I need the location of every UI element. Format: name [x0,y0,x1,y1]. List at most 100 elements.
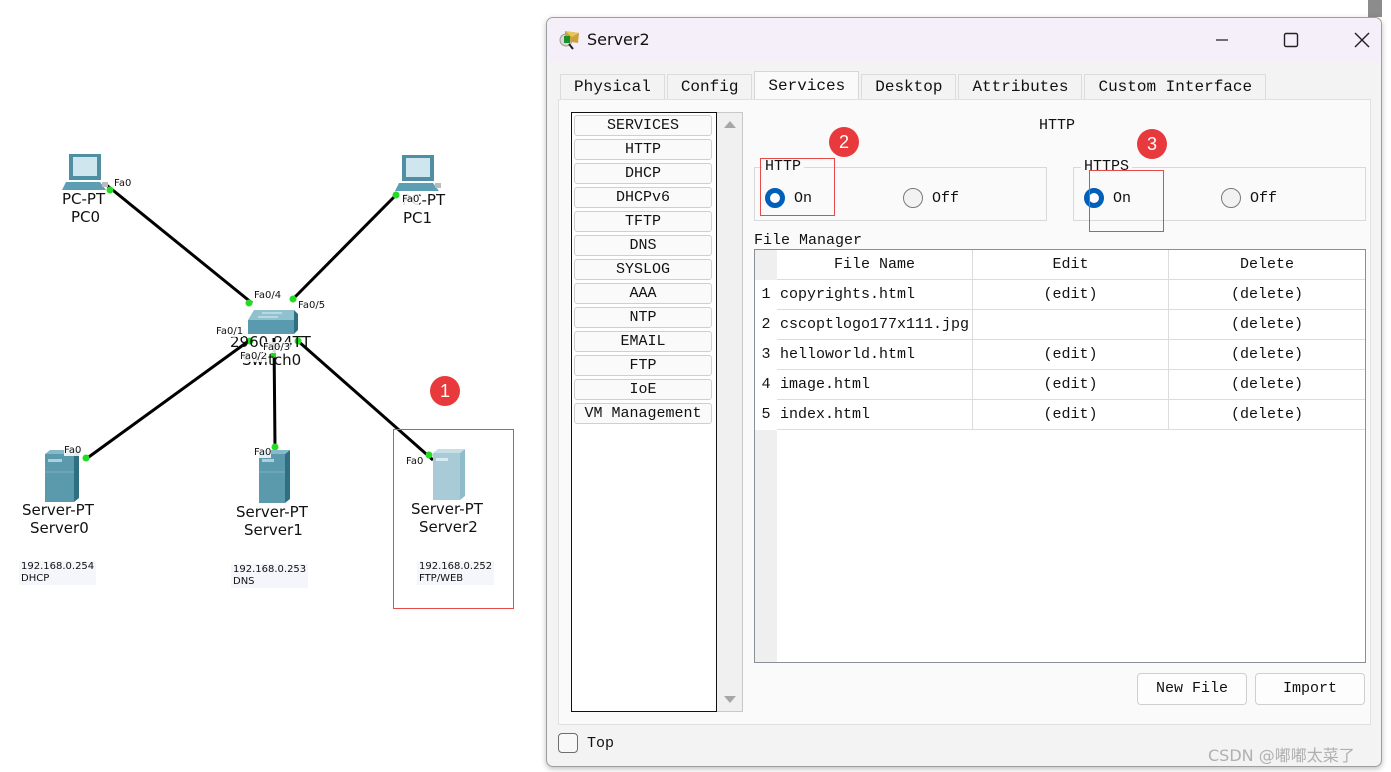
note-role: DHCP [21,573,50,584]
scroll-down-icon[interactable] [724,696,736,703]
table-header-row: File Name Edit Delete [755,250,1365,280]
file-name-cell[interactable]: helloworld.html [777,340,973,370]
maximize-button[interactable] [1268,18,1314,62]
row-number: 2 [755,310,777,340]
service-item-ioe[interactable]: IoE [574,379,712,400]
port-label: Fa0 [402,194,420,205]
edit-link[interactable]: (edit) [973,400,1169,430]
row-number: 3 [755,340,777,370]
tab-attributes[interactable]: Attributes [958,74,1083,99]
device-model-label: PC-PT [62,190,106,208]
server2-window: Server2 Physical Config Services Desktop… [546,17,1382,767]
background-scrollbar[interactable] [1368,0,1382,17]
file-manager-label: File Manager [754,232,863,249]
device-model-label: Server-PT [236,503,308,521]
services-list: SERVICES HTTP DHCP DHCPv6 TFTP DNS SYSLO… [571,112,717,712]
service-item-syslog[interactable]: SYSLOG [574,259,712,280]
services-panel: SERVICES HTTP DHCP DHCPv6 TFTP DNS SYSLO… [558,99,1371,725]
service-item-dhcp[interactable]: DHCP [574,163,712,184]
topology-links [45,154,465,503]
service-item-aaa[interactable]: AAA [574,283,712,304]
table-row[interactable]: 2 cscoptlogo177x111.jpg (delete) [755,310,1365,340]
note-server1[interactable]: 192.168.0.253 DNS [231,564,309,588]
device-name-label: Server0 [30,519,89,537]
tab-desktop[interactable]: Desktop [861,74,957,99]
delete-link[interactable]: (delete) [1169,280,1365,310]
file-name-cell[interactable]: index.html [777,400,973,430]
scroll-up-icon[interactable] [724,121,736,128]
delete-link[interactable]: (delete) [1169,400,1365,430]
note-ip: 192.168.0.253 [233,564,307,575]
row-number: 5 [755,400,777,430]
http-on-highlight-box [760,158,835,216]
pc-icon [62,154,108,190]
table-row[interactable]: 1 copyrights.html (edit) (delete) [755,280,1365,310]
port-label: Fa0 [254,447,272,458]
radio-unchecked-icon [1221,188,1241,208]
tab-physical[interactable]: Physical [560,74,665,99]
table-row[interactable]: 4 image.html (edit) (delete) [755,370,1365,400]
link-light [106,186,114,194]
new-file-button[interactable]: New File [1137,673,1247,705]
service-item-vm-management[interactable]: VM Management [574,403,712,424]
edit-link [973,310,1169,340]
radio-unchecked-icon [903,188,923,208]
top-checkbox-label: Top [587,734,615,752]
table-row[interactable]: 5 index.html (edit) (delete) [755,400,1365,430]
link-light [82,454,90,462]
import-button[interactable]: Import [1255,673,1365,705]
row-number: 4 [755,370,777,400]
edit-link[interactable]: (edit) [973,280,1169,310]
packet-tracer-app-icon [559,31,579,50]
title-bar[interactable]: Server2 [547,18,1381,62]
edit-link[interactable]: (edit) [973,340,1169,370]
device-name-label: Server1 [244,521,303,539]
radio-label: Off [932,189,960,207]
services-scrollbar[interactable] [717,112,743,712]
delete-link[interactable]: (delete) [1169,340,1365,370]
service-item-dns[interactable]: DNS [574,235,712,256]
service-item-ntp[interactable]: NTP [574,307,712,328]
checkbox-unchecked-icon[interactable] [558,733,578,753]
service-item-dhcpv6[interactable]: DHCPv6 [574,187,712,208]
table-row[interactable]: 3 helloworld.html (edit) (delete) [755,340,1365,370]
topology-canvas[interactable]: PC-PT PC0 PC-PT PC1 2960-24TT Switch0 Se… [0,0,545,772]
http-off-radio[interactable]: Off [903,188,959,208]
port-label: Fa0/1 [216,326,244,337]
file-name-cell[interactable]: cscoptlogo177x111.jpg [777,310,973,340]
service-item-ftp[interactable]: FTP [574,355,712,376]
tab-services[interactable]: Services [754,71,860,99]
service-item-tftp[interactable]: TFTP [574,211,712,232]
delete-link[interactable]: (delete) [1169,370,1365,400]
annotation-badge-1: 1 [430,376,460,406]
top-checkbox[interactable]: Top [558,733,614,753]
service-item-email[interactable]: EMAIL [574,331,712,352]
file-name-cell[interactable]: image.html [777,370,973,400]
link-light [245,299,253,307]
service-item-header[interactable]: SERVICES [574,115,712,136]
panel-title: HTTP [1039,117,1076,134]
close-button[interactable] [1339,18,1381,62]
edit-link[interactable]: (edit) [973,370,1169,400]
minimize-button[interactable] [1199,18,1245,62]
note-role: DNS [233,576,255,587]
header-corner [755,250,777,280]
device-model-label: Server-PT [22,501,94,519]
pc-icon [395,155,441,191]
watermark: CSDN @嘟嘟太菜了 [1208,746,1355,765]
https-off-radio[interactable]: Off [1221,188,1277,208]
file-name-cell[interactable]: copyrights.html [777,280,973,310]
column-header-edit[interactable]: Edit [973,250,1169,280]
window-title: Server2 [587,30,650,49]
delete-link[interactable]: (delete) [1169,310,1365,340]
device-name-label: PC0 [71,208,101,226]
tab-config[interactable]: Config [666,74,753,99]
column-header-delete[interactable]: Delete [1169,250,1365,280]
tab-custom-interface[interactable]: Custom Interface [1084,74,1267,99]
service-item-http[interactable]: HTTP [574,139,712,160]
switch-icon [248,310,298,334]
device-name-label: PC1 [403,209,433,227]
note-server0[interactable]: 192.168.0.254 DHCP [19,561,97,585]
column-header-file-name[interactable]: File Name [777,250,973,280]
link-pc1-switch [290,191,400,302]
